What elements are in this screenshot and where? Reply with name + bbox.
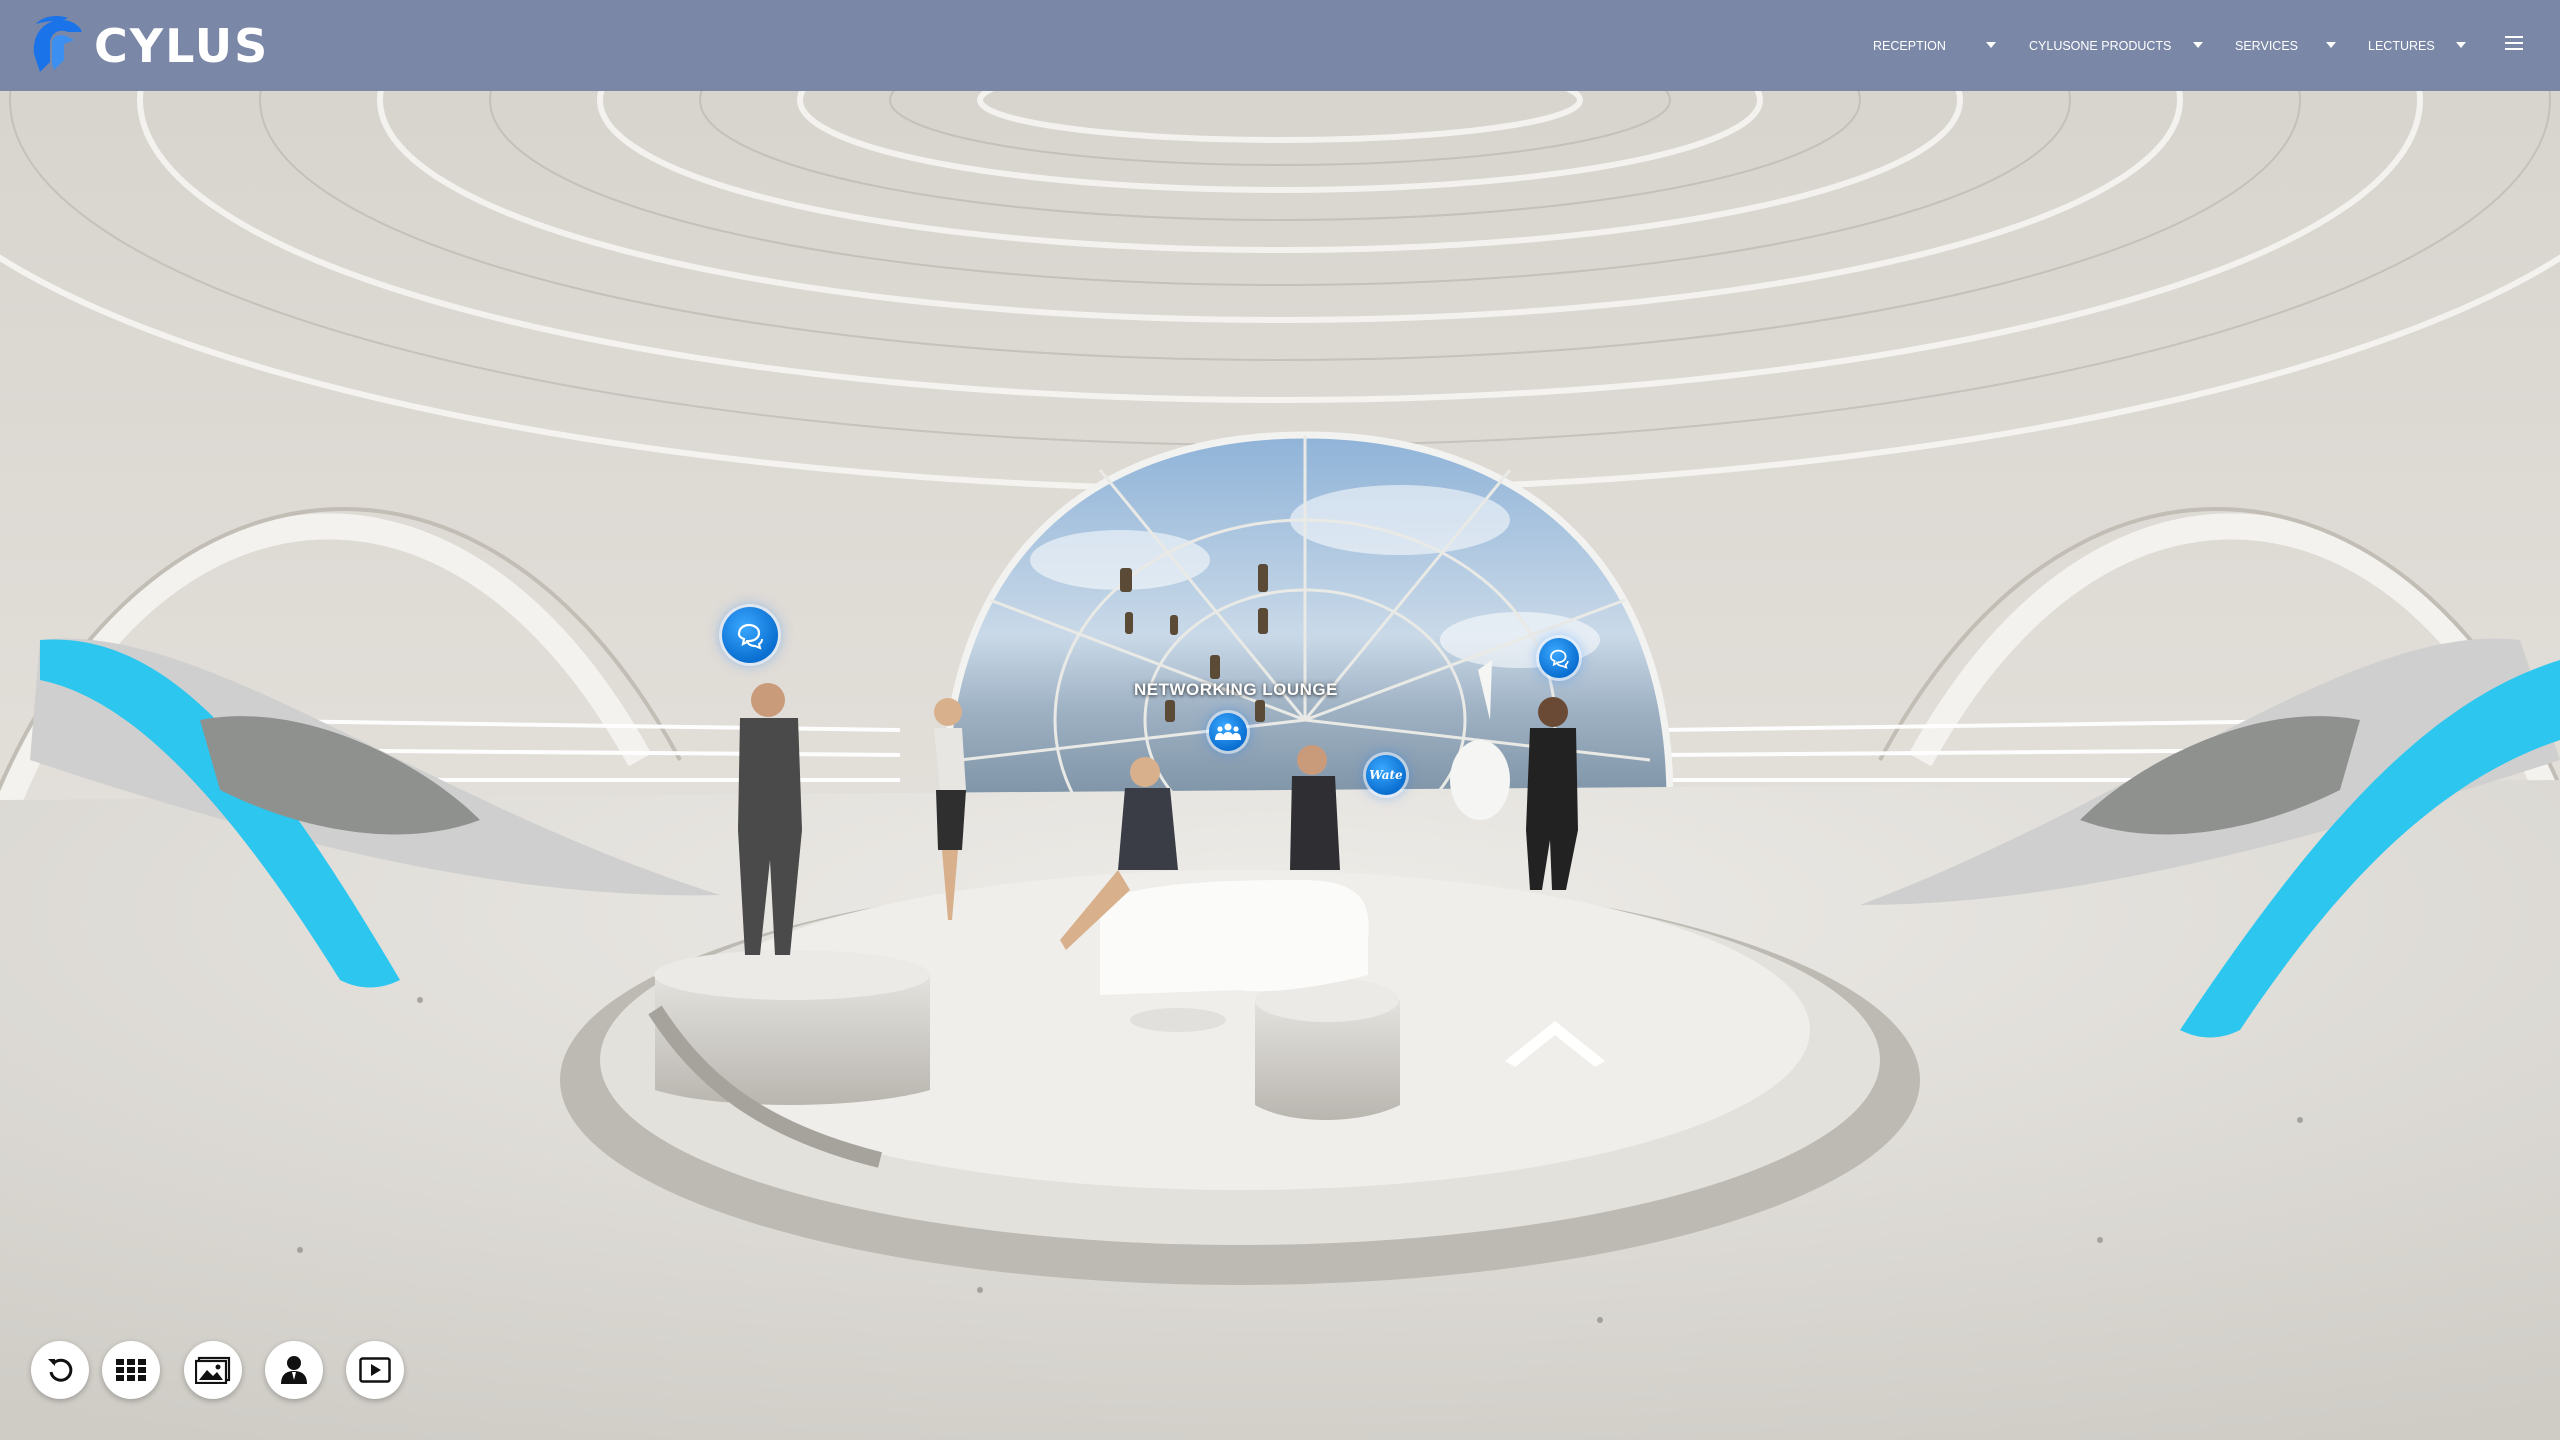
chevron-down-icon <box>2326 42 2336 48</box>
nav-lectures[interactable]: LECTURES <box>2368 0 2466 91</box>
chevron-down-icon <box>2456 42 2466 48</box>
user-profile-button[interactable] <box>265 1341 323 1399</box>
user-profile-icon <box>281 1356 307 1384</box>
networking-lounge-label: NETWORKING LOUNGE <box>1134 680 1338 699</box>
reset-view-button[interactable] <box>31 1341 89 1399</box>
nav-services[interactable]: SERVICES <box>2235 0 2336 91</box>
chat-bubbles-icon <box>737 623 763 650</box>
gallery-button[interactable] <box>184 1341 242 1399</box>
hamburger-menu-icon[interactable] <box>2505 36 2523 52</box>
wate-logo-icon: Wate <box>1369 768 1403 782</box>
video-play-icon <box>359 1357 391 1383</box>
chat-hotspot-left[interactable] <box>722 607 778 663</box>
nav-reception-label: RECEPTION <box>1873 38 1946 53</box>
video-play-button[interactable] <box>346 1341 404 1399</box>
nav-lectures-label: LECTURES <box>2368 38 2435 53</box>
group-people-icon <box>1215 723 1241 740</box>
nav-cylusone-products[interactable]: CYLUSONE PRODUCTS <box>2029 0 2203 91</box>
nav-reception[interactable]: RECEPTION <box>1873 0 1996 91</box>
chat-bubbles-icon <box>1550 649 1569 669</box>
chevron-down-icon <box>1986 42 1996 48</box>
nav-services-label: SERVICES <box>2235 38 2298 53</box>
virtual-lounge-scene[interactable]: NETWORKING LOUNGE Wate <box>0 91 2560 1440</box>
nav-products-label: CYLUSONE PRODUCTS <box>2029 38 2172 53</box>
reset-rotate-icon <box>48 1358 73 1382</box>
lounge-background <box>0 91 2560 1440</box>
grid-menu-button[interactable] <box>102 1341 160 1399</box>
wate-hotspot[interactable]: Wate <box>1366 755 1406 795</box>
chevron-down-icon <box>2193 42 2203 48</box>
spartan-helmet-logo-icon <box>33 16 82 72</box>
gallery-image-icon <box>195 1356 231 1384</box>
networking-group-hotspot[interactable] <box>1209 713 1247 751</box>
grid-menu-icon <box>116 1359 146 1381</box>
brand-name: CYLUS <box>94 19 270 73</box>
brand-logo[interactable]: CYLUS <box>28 14 269 78</box>
chevron-up-arrow-icon[interactable] <box>1500 1011 1610 1071</box>
top-navigation-bar: CYLUS RECEPTION CYLUSONE PRODUCTS SERVIC… <box>0 0 2560 91</box>
chat-hotspot-right[interactable] <box>1539 638 1579 678</box>
